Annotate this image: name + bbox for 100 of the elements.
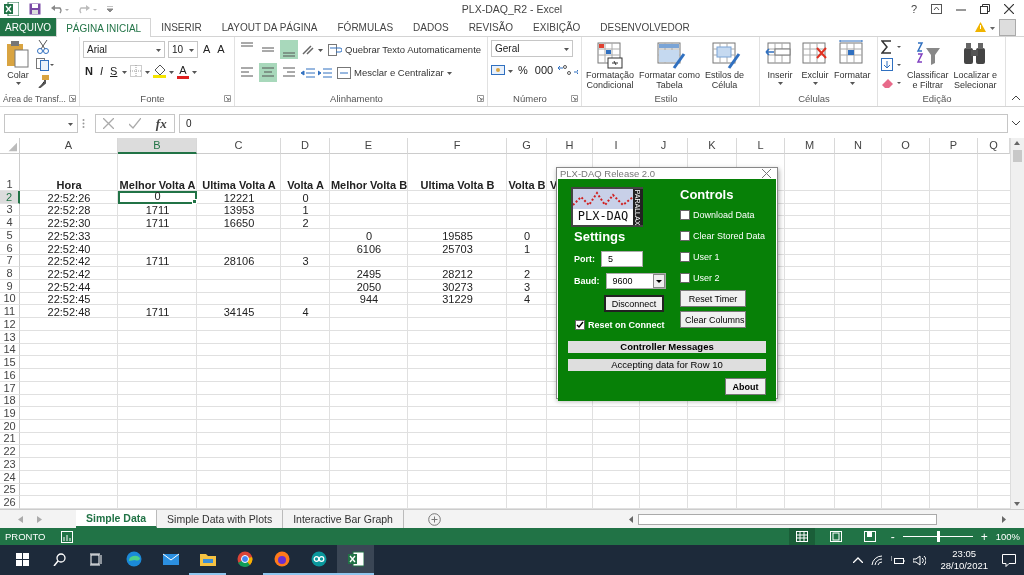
- fill-handle[interactable]: [192, 198, 197, 204]
- ribbon-button[interactable]: Formatação Condicional: [585, 40, 636, 91]
- row-header[interactable]: 2: [0, 191, 20, 204]
- spreadsheet-logo-icon[interactable]: [4, 2, 19, 16]
- table-cell[interactable]: 22:52:45: [20, 292, 118, 306]
- collapse-ribbon-icon[interactable]: [1012, 95, 1020, 100]
- table-cell[interactable]: 1711: [118, 305, 197, 319]
- increase-decimal-icon[interactable]: [558, 64, 572, 76]
- sheet-tab[interactable]: Simple Data: [76, 510, 158, 528]
- table-cell[interactable]: 0: [330, 229, 408, 242]
- table-cell[interactable]: 28212: [408, 267, 507, 281]
- table-cell[interactable]: 30273: [408, 280, 507, 293]
- table-cell[interactable]: 6106: [330, 241, 408, 255]
- table-cell[interactable]: 1711: [118, 216, 197, 230]
- column-header[interactable]: N: [835, 138, 882, 154]
- table-cell[interactable]: 31229: [408, 292, 507, 306]
- table-cell[interactable]: 13953: [197, 203, 281, 217]
- currency-icon[interactable]: [491, 64, 505, 76]
- text-orientation-icon[interactable]: [301, 43, 315, 56]
- table-cell[interactable]: 19585: [408, 229, 507, 242]
- table-cell[interactable]: 22:52:30: [20, 216, 118, 230]
- macro-record-icon[interactable]: [61, 530, 74, 543]
- percent-button[interactable]: %: [516, 61, 530, 79]
- active-cell[interactable]: 0: [118, 191, 197, 204]
- zoom-in-button[interactable]: +: [980, 529, 988, 544]
- font-color-button[interactable]: A: [177, 63, 189, 79]
- vertical-scrollbar[interactable]: [1010, 138, 1024, 509]
- fill-color-icon[interactable]: [153, 64, 167, 78]
- table-cell[interactable]: 1711: [118, 254, 197, 268]
- italic-button[interactable]: I: [97, 62, 105, 80]
- table-cell[interactable]: Melhor Volta A: [118, 154, 197, 191]
- undo-icon[interactable]: [51, 4, 69, 14]
- ribbon-button[interactable]: Formatar como Tabela: [638, 40, 702, 91]
- underline-button[interactable]: S: [108, 62, 120, 80]
- table-cell[interactable]: 3: [507, 280, 547, 293]
- table-cell[interactable]: Volta A: [281, 154, 330, 191]
- table-cell[interactable]: 12221: [197, 191, 281, 204]
- checkbox[interactable]: [680, 209, 690, 220]
- checkbox[interactable]: [680, 272, 690, 283]
- table-cell[interactable]: 22:52:42: [20, 254, 118, 268]
- clear-columns-button[interactable]: Clear Columns: [680, 311, 746, 328]
- volume-icon[interactable]: [913, 554, 927, 566]
- view-button[interactable]: [788, 528, 815, 545]
- eraser-icon[interactable]: [881, 76, 903, 90]
- scrollbar-thumb[interactable]: [1013, 150, 1022, 162]
- table-cell[interactable]: Ultima Volta A: [197, 154, 281, 191]
- ribbon-tab[interactable]: REVISÃO: [458, 18, 524, 36]
- taskbar-button[interactable]: [337, 545, 374, 575]
- column-header[interactable]: B: [118, 138, 197, 154]
- table-cell[interactable]: 944: [330, 292, 408, 306]
- table-cell[interactable]: 2: [507, 267, 547, 281]
- ribbon-tab[interactable]: EXIBIÇÃO: [523, 18, 591, 36]
- column-header[interactable]: P: [930, 138, 978, 154]
- wrap-text-button[interactable]: Quebrar Texto Automaticamente: [326, 40, 484, 59]
- table-cell[interactable]: 16650: [197, 216, 281, 230]
- table-cell[interactable]: Ultima Volta B: [408, 154, 507, 191]
- column-header[interactable]: A: [20, 138, 118, 154]
- table-cell[interactable]: 1: [507, 241, 547, 255]
- column-header[interactable]: L: [737, 138, 785, 154]
- shrink-font-button[interactable]: A: [215, 40, 227, 58]
- ribbon-button[interactable]: Classificar e Filtrar: [906, 40, 950, 91]
- thousands-button[interactable]: 000: [532, 61, 556, 79]
- add-sheet-icon[interactable]: [427, 512, 441, 526]
- notifications-icon[interactable]: [1002, 553, 1016, 567]
- table-cell[interactable]: 2050: [330, 280, 408, 293]
- clock-date[interactable]: 28/10/2021: [940, 560, 988, 572]
- column-header[interactable]: I: [593, 138, 640, 154]
- dialog-launcher-icon[interactable]: [477, 95, 484, 102]
- start-icon[interactable]: [16, 552, 29, 566]
- table-cell[interactable]: Melhor Volta B: [330, 154, 408, 191]
- ribbon-tab[interactable]: DESENVOLVEDOR: [590, 18, 700, 36]
- ribbon-tab[interactable]: INSERIR: [151, 18, 212, 36]
- scroll-left-icon[interactable]: [627, 513, 636, 525]
- ribbon-button[interactable]: Inserir: [763, 40, 797, 85]
- scroll-right-icon[interactable]: [999, 513, 1008, 525]
- zoom-level[interactable]: 100%: [995, 531, 1024, 542]
- column-header[interactable]: D: [281, 138, 330, 154]
- restore-icon[interactable]: [980, 4, 990, 14]
- column-header[interactable]: H: [547, 138, 593, 154]
- ribbon-tab[interactable]: PÁGINA INICIAL: [56, 18, 152, 37]
- table-cell[interactable]: 1: [281, 203, 330, 217]
- column-header[interactable]: F: [408, 138, 507, 154]
- table-cell[interactable]: Volta B: [507, 154, 547, 191]
- checkbox[interactable]: [575, 319, 585, 330]
- checkbox[interactable]: [680, 230, 690, 241]
- table-cell[interactable]: 22:52:48: [20, 305, 118, 319]
- insert-function-button[interactable]: fx: [155, 115, 167, 132]
- ribbon-button[interactable]: Excluir: [798, 40, 832, 85]
- column-header[interactable]: O: [882, 138, 930, 154]
- table-cell[interactable]: 3: [281, 254, 330, 268]
- slider-thumb[interactable]: [936, 531, 940, 542]
- ribbon-tab[interactable]: DADOS: [403, 18, 459, 36]
- table-cell[interactable]: 34145: [197, 305, 281, 319]
- table-cell[interactable]: 22:52:28: [20, 203, 118, 217]
- wifi-icon[interactable]: [871, 554, 884, 566]
- drag-handle-icon[interactable]: [82, 118, 85, 129]
- expand-formula-icon[interactable]: [1012, 121, 1020, 126]
- table-cell[interactable]: 25703: [408, 241, 507, 255]
- ribbon-button[interactable]: Estilos de Célula: [704, 40, 746, 91]
- reset-timer-button[interactable]: Reset Timer: [680, 290, 746, 307]
